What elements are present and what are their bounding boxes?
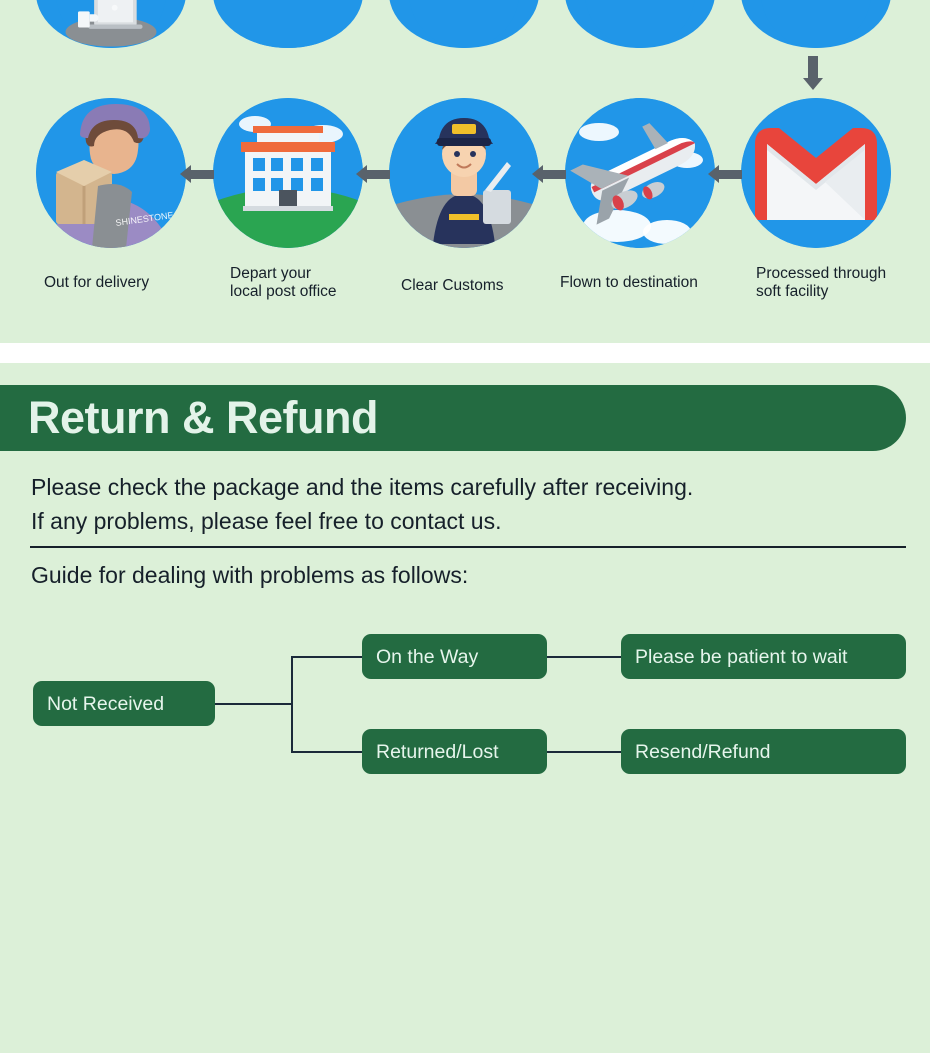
courier-delivery-icon: SHINESTONE bbox=[36, 98, 186, 248]
flow-node-please-be-patient-to-wait[interactable]: Please be patient to wait bbox=[621, 634, 906, 679]
arrow-left-icon bbox=[180, 165, 214, 183]
arrow-left-icon bbox=[356, 165, 390, 183]
arrow-left-icon bbox=[532, 165, 566, 183]
shipping-step-labels: Out for delivery Depart your local post … bbox=[0, 262, 930, 322]
connector-line bbox=[547, 751, 622, 753]
guide-heading: Guide for dealing with problems as follo… bbox=[31, 562, 469, 588]
package-box-icon bbox=[389, 0, 539, 48]
return-refund-banner: Return & Refund bbox=[0, 385, 906, 451]
customs-officer-icon bbox=[389, 98, 539, 248]
shipping-step-label-flown-to-destination: Flown to destination bbox=[560, 274, 698, 291]
shipping-step-label-out-for-delivery: Out for delivery bbox=[44, 274, 150, 291]
intro-text-line-1: Please check the package and the items c… bbox=[31, 474, 694, 500]
connector-line bbox=[215, 703, 293, 705]
panel-divider bbox=[0, 343, 930, 363]
credit-card-payment-icon bbox=[213, 0, 363, 48]
flow-node-returned-lost[interactable]: Returned/Lost bbox=[362, 729, 547, 774]
connector-line bbox=[291, 656, 363, 658]
arrow-down-icon bbox=[803, 56, 823, 90]
connector-line bbox=[291, 751, 363, 753]
arrow-left-icon bbox=[708, 165, 742, 183]
delivery-van-icon bbox=[741, 0, 891, 48]
page-title: Return & Refund bbox=[28, 392, 378, 443]
flow-node-resend-refund[interactable]: Resend/Refund bbox=[621, 729, 906, 774]
connector-line bbox=[547, 656, 622, 658]
post-office-building-icon bbox=[213, 98, 363, 248]
section-divider bbox=[30, 546, 906, 548]
shipping-step-label-processed-through-soft-facility: Processed through soft facility bbox=[756, 265, 887, 300]
intro-text-line-2: If any problems, please feel free to con… bbox=[31, 508, 502, 534]
flow-node-not-received[interactable]: Not Received bbox=[33, 681, 215, 726]
shipping-step-label-clear-customs: Clear Customs bbox=[401, 277, 504, 294]
laptop-order-icon bbox=[36, 0, 186, 48]
flow-node-on-the-way[interactable]: On the Way bbox=[362, 634, 547, 679]
handshake-deal-icon bbox=[565, 0, 715, 48]
shipping-process-panel: SHINESTONE Out for delivery Depart your … bbox=[0, 0, 930, 343]
return-refund-panel: Return & Refund Please check the package… bbox=[0, 363, 930, 1053]
gmail-envelope-icon bbox=[741, 98, 891, 248]
connector-line bbox=[291, 656, 293, 752]
airplane-icon bbox=[565, 98, 715, 248]
shipping-step-label-depart-post-office: Depart your local post office bbox=[230, 265, 337, 300]
